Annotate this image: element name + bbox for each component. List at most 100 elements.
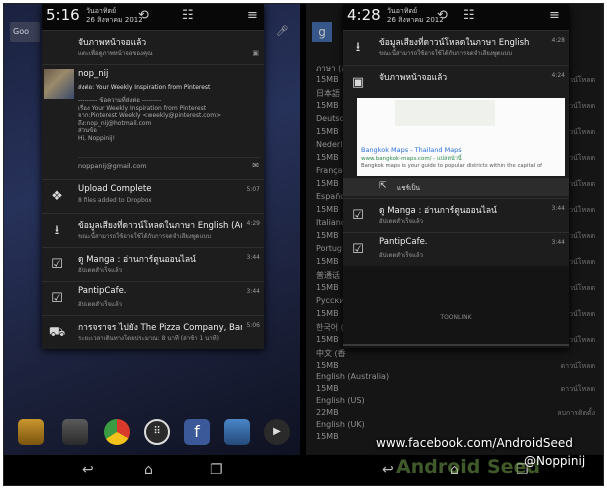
preview-link-title: Bangkok Maps - Thailand Maps (361, 146, 462, 154)
email-account: noppanij@gmail.com (78, 162, 147, 170)
notification-title: จับภาพหน้าจอแล้ว (78, 38, 147, 48)
share-icon: ⇱ (379, 181, 387, 191)
car-icon: ⛟ (48, 325, 66, 340)
author-watermark: @Noppinij (524, 454, 586, 468)
clear-all-icon[interactable]: ≡ (247, 9, 258, 23)
notification-title: Upload Complete (78, 184, 152, 194)
notification-title: การจราจร ไปยัง The Pizza Company, Bang (78, 323, 242, 333)
notification-time: 3:44 (551, 239, 565, 246)
date-label: 26 สิงหาคม 2012 (86, 16, 143, 24)
notification-time: 4:29 (246, 220, 260, 227)
back-button[interactable]: ↩ (82, 462, 94, 478)
notification-title: PantipCafe. (78, 286, 127, 296)
avatar (44, 69, 74, 99)
folder-app-icon[interactable] (18, 419, 44, 445)
notification-shade: 4:28 วันอาทิตย์ 26 สิงหาคม 2012 ⟲ ☷ ≡ ⭳ … (343, 4, 569, 348)
back-button[interactable]: ↩ (382, 462, 394, 478)
notification-title: nop_nij (78, 69, 109, 79)
partial-google-text: Goo (13, 27, 29, 36)
rotate-icon[interactable]: ⟲ (138, 9, 149, 23)
media-player-icon[interactable]: ▶ (264, 419, 290, 445)
shopping-bag-icon: ☑ (352, 208, 364, 223)
date-block: วันอาทิตย์ 26 สิงหาคม 2012 (86, 7, 143, 25)
shopping-bag-icon: ☑ (352, 242, 364, 257)
notification-time: 5:07 (246, 186, 260, 193)
left-phone-screen: Goo 🎤︎ 5:16 วันอาทิตย์ 26 สิงหาคม 2012 ⟲… (4, 4, 300, 485)
notification-time: 3:44 (551, 205, 565, 212)
notification-manga[interactable]: ☑ ดู Manga : อ่านการ์ตูนออนไลน์ อัปเดตสำ… (42, 247, 264, 281)
divider (78, 157, 260, 158)
notification-title: จับภาพหน้าจอแล้ว (379, 73, 448, 83)
notification-traffic[interactable]: ⛟ การจราจร ไปยัง The Pizza Company, Bang… (42, 315, 264, 349)
download-icon: ⭳ (355, 40, 361, 55)
home-dock: ⠿ f ▶ (12, 419, 292, 459)
screenshot-preview[interactable]: Bangkok Maps - Thailand Maps www.bangkok… (357, 98, 565, 176)
home-button[interactable]: ⌂ (144, 462, 153, 478)
notification-manga[interactable]: ☑ ดู Manga : อ่านการ์ตูนออนไลน์ อัปเดตสำ… (343, 198, 569, 232)
notification-voice-download[interactable]: ⭳ ข้อมูลเสียงที่ดาวน์โหลดในภาษา English … (42, 213, 264, 247)
notification-subtitle: อัปเดตสำเร็จแล้ว (379, 252, 423, 259)
email-line: เรื่อง Your Weekly Inspiration from Pint… (78, 104, 207, 112)
notification-time: 4:24 (551, 72, 565, 79)
email-line: ส่วนข้อ (78, 127, 97, 134)
email-body: --------- ข้อความที่ส่งต่อ --------- เรื… (78, 97, 256, 142)
facebook-icon[interactable]: f (184, 419, 210, 445)
notification-voice-download[interactable]: ⭳ ข้อมูลเสียงที่ดาวน์โหลดในภาษา English … (343, 30, 569, 65)
notification-subtitle: 8 files added to Dropbox (78, 197, 152, 204)
date-block: วันอาทิตย์ 26 สิงหาคม 2012 (387, 7, 444, 25)
download-icon: ⭳ (54, 223, 60, 238)
notification-time: 3:44 (246, 254, 260, 261)
date-label: 26 สิงหาคม 2012 (387, 16, 444, 24)
notification-title: PantipCafe. (379, 237, 428, 247)
preview-url: www.bangkok-maps.com/ - แปลหน้านี้ (361, 156, 462, 162)
notification-subtitle: ขณะนี้สามารถใช้อาจใช้ได้กับการจดจำเสียงพ… (78, 233, 212, 240)
dropbox-icon: ❖ (51, 189, 63, 204)
shopping-bag-icon: ☑ (51, 257, 63, 272)
notification-dropbox[interactable]: ❖ Upload Complete 8 files added to Dropb… (42, 179, 264, 213)
notification-screenshot[interactable]: จับภาพหน้าจอแล้ว แตะเพื่อดูภาพหน้าจอของค… (42, 30, 264, 64)
notification-email[interactable]: nop_nij ส่งต่อ: Your Weekly Inspiration … (42, 64, 264, 179)
clock: 5:16 (46, 6, 80, 24)
shopping-bag-icon: ☑ (51, 291, 63, 306)
settings-sliders-icon[interactable]: ☷ (182, 9, 194, 23)
notification-subtitle: อัปเดตสำเร็จแล้ว (78, 301, 122, 308)
notification-subtitle: ระยะเวลาเดินทางโดยประมาณ: 8 นาที (ล่าช้า… (78, 335, 219, 342)
recents-button[interactable]: ❐ (210, 462, 223, 478)
facebook-watermark: www.facebook.com/AndroidSeed (376, 436, 573, 450)
day-label: วันอาทิตย์ (387, 7, 418, 15)
all-apps-icon[interactable]: ⠿ (144, 419, 170, 445)
background-search-bar: Goo (10, 22, 40, 42)
day-label: วันอาทิตย์ (86, 7, 117, 15)
share-action-bar[interactable]: ⇱ แชร์เป็น (343, 178, 569, 196)
notification-subtitle: แตะเพื่อดูภาพหน้าจอของคุณ (78, 50, 153, 57)
image-icon: ▣ (351, 75, 365, 90)
notification-time: 4:28 (551, 37, 565, 44)
notification-pantip[interactable]: ☑ PantipCafe. อัปเดตสำเร็จแล้ว 3:44 (42, 281, 264, 315)
shade-handle[interactable] (343, 344, 569, 346)
settings-sliders-icon[interactable]: ☷ (463, 9, 475, 23)
rotate-icon[interactable]: ⟲ (437, 9, 448, 23)
clear-all-icon[interactable]: ≡ (549, 9, 560, 23)
play-store-icon[interactable] (62, 419, 88, 445)
clock: 4:28 (347, 6, 381, 24)
shade-footer-label: TOONLINK (440, 314, 472, 321)
camera-app-icon[interactable] (224, 419, 250, 445)
email-line: ถึง:nop_nij@hotmail.com (78, 119, 152, 127)
notification-title: ข้อมูลเสียงที่ดาวน์โหลดในภาษา English (A… (78, 221, 242, 231)
email-line: --------- ข้อความที่ส่งต่อ --------- (78, 97, 162, 104)
notification-shade: 5:16 วันอาทิตย์ 26 สิงหาคม 2012 ⟲ ☷ ≡ จั… (42, 4, 264, 349)
mail-icon: ✉ (252, 161, 259, 170)
notification-screenshot-expanded[interactable]: ▣ จับภาพหน้าจอแล้ว 4:24 Bangkok Maps - T… (343, 65, 569, 198)
right-phone-screen: g ภาษา (อ 15MB ดาวน์โหลด 日本語 15MB ดาวน์โหล… (306, 4, 603, 485)
navigation-bar: ↩ ⌂ ❐ (4, 455, 300, 485)
chrome-icon[interactable] (104, 419, 130, 445)
notification-subtitle: ส่งต่อ: Your Weekly Inspiration from Pin… (78, 84, 211, 91)
empty-shade-area: TOONLINK (343, 266, 569, 348)
preview-description: Bangkok maps is your guide to popular di… (361, 163, 543, 169)
notification-title: ดู Manga : อ่านการ์ตูนออนไลน์ (379, 206, 497, 216)
image-icon: ▣ (252, 49, 259, 57)
notification-subtitle: อัปเดตสำเร็จแล้ว (78, 267, 122, 274)
shade-header: 5:16 วันอาทิตย์ 26 สิงหาคม 2012 ⟲ ☷ ≡ (42, 4, 264, 30)
notification-pantip[interactable]: ☑ PantipCafe. อัปเดตสำเร็จแล้ว 3:44 (343, 232, 569, 266)
email-line: จาก:Pinterest Weekly <weekly@pinterest.c… (78, 112, 222, 119)
